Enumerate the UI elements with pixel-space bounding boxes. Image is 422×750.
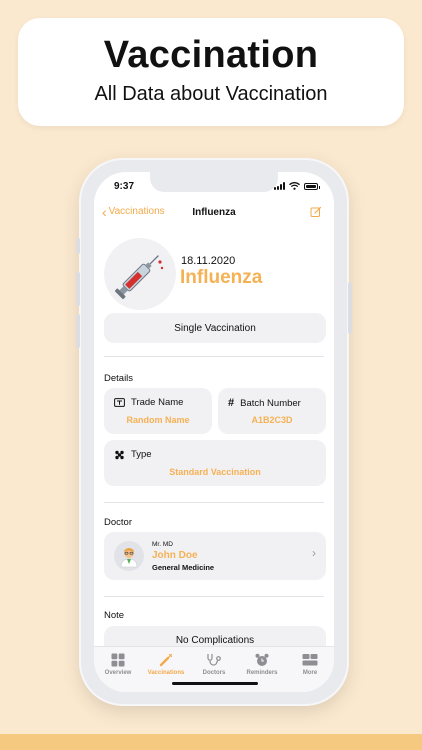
details-section-label: Details — [104, 373, 134, 384]
doctor-avatar — [114, 541, 144, 571]
doctor-name: John Doe — [152, 550, 198, 561]
tab-vaccinations[interactable]: Vaccinations — [143, 653, 189, 692]
phone-volume-down — [76, 314, 80, 348]
status-time: 9:37 — [114, 181, 135, 192]
tab-label: More — [302, 670, 318, 676]
doctor-section-label: Doctor — [104, 517, 132, 528]
phone-side-button — [76, 238, 80, 254]
tab-label: Vaccinations — [147, 670, 185, 676]
batch-number-value: A1B2C3D — [251, 415, 293, 425]
nav-title: Influenza — [192, 207, 236, 218]
divider — [104, 596, 324, 597]
syringe-icon — [159, 653, 173, 667]
tab-bar: Overview Vaccinations Doctors Reminders … — [94, 646, 334, 692]
detail-scroll[interactable]: 18.11.2020 Influenza Single Vaccination … — [94, 230, 334, 656]
trade-name-header: Trade Name — [114, 397, 183, 408]
phone-volume-up — [76, 272, 80, 306]
signal-icon — [274, 182, 285, 190]
phone-power-button — [348, 282, 352, 334]
alarm-clock-icon — [255, 653, 269, 666]
tab-reminders[interactable]: Reminders — [239, 653, 285, 692]
vaccination-name: Influenza — [180, 267, 263, 288]
doctor-card[interactable]: Mr. MD John Doe General Medicine › — [104, 532, 326, 580]
grid-icon — [111, 653, 125, 667]
type-header: Type — [114, 449, 152, 460]
vaccination-date: 18.11.2020 — [181, 255, 236, 267]
tag-icon — [114, 398, 125, 407]
wifi-icon — [289, 182, 300, 190]
vaccination-kind: Single Vaccination — [174, 323, 256, 334]
note-section-label: Note — [104, 610, 125, 621]
divider — [104, 356, 324, 357]
navigation-bar: ‹ Vaccinations Influenza — [94, 205, 334, 222]
chevron-right-icon: › — [312, 546, 316, 560]
note-text: No Complications — [175, 635, 255, 646]
batch-number-box: # Batch Number A1B2C3D — [218, 388, 326, 434]
phone-screen: 9:37 ‹ Vaccinations Influenza 18.11.2020… — [94, 172, 334, 692]
tab-more[interactable]: More — [287, 653, 333, 692]
more-icon — [302, 654, 318, 666]
bottom-band — [0, 734, 422, 750]
batch-number-header: # Batch Number — [228, 397, 301, 409]
trade-name-value: Random Name — [126, 415, 190, 425]
battery-icon — [304, 182, 320, 190]
status-icons — [274, 182, 320, 190]
trade-name-box: Trade Name Random Name — [104, 388, 212, 434]
divider — [104, 502, 324, 503]
type-label: Type — [131, 449, 152, 460]
tab-label: Doctors — [202, 670, 226, 676]
type-box: Type Standard Vaccination — [104, 440, 326, 486]
home-indicator — [172, 682, 258, 685]
tab-label: Reminders — [246, 670, 278, 676]
doctor-icon — [120, 548, 138, 568]
stethoscope-icon — [207, 654, 221, 666]
hero-card: Vaccination All Data about Vaccination — [18, 18, 404, 126]
trade-name-label: Trade Name — [131, 397, 184, 408]
doctor-specialty: General Medicine — [152, 563, 215, 572]
type-value: Standard Vaccination — [169, 467, 261, 477]
doctor-title: Mr. MD — [152, 541, 173, 548]
vaccination-avatar — [104, 238, 176, 310]
syringe-icon — [114, 255, 164, 300]
hero-title: Vaccination — [103, 34, 319, 76]
vaccination-kind-pill: Single Vaccination — [104, 313, 326, 343]
tab-doctors[interactable]: Doctors — [191, 653, 237, 692]
edit-icon[interactable] — [310, 206, 322, 218]
type-icon — [115, 450, 124, 459]
tab-label: Overview — [104, 670, 132, 676]
hero-subtitle: All Data about Vaccination — [94, 83, 328, 105]
batch-number-label: Batch Number — [240, 397, 301, 409]
tab-overview[interactable]: Overview — [95, 653, 141, 692]
status-bar: 9:37 — [94, 180, 334, 196]
hash-icon: # — [228, 397, 235, 409]
